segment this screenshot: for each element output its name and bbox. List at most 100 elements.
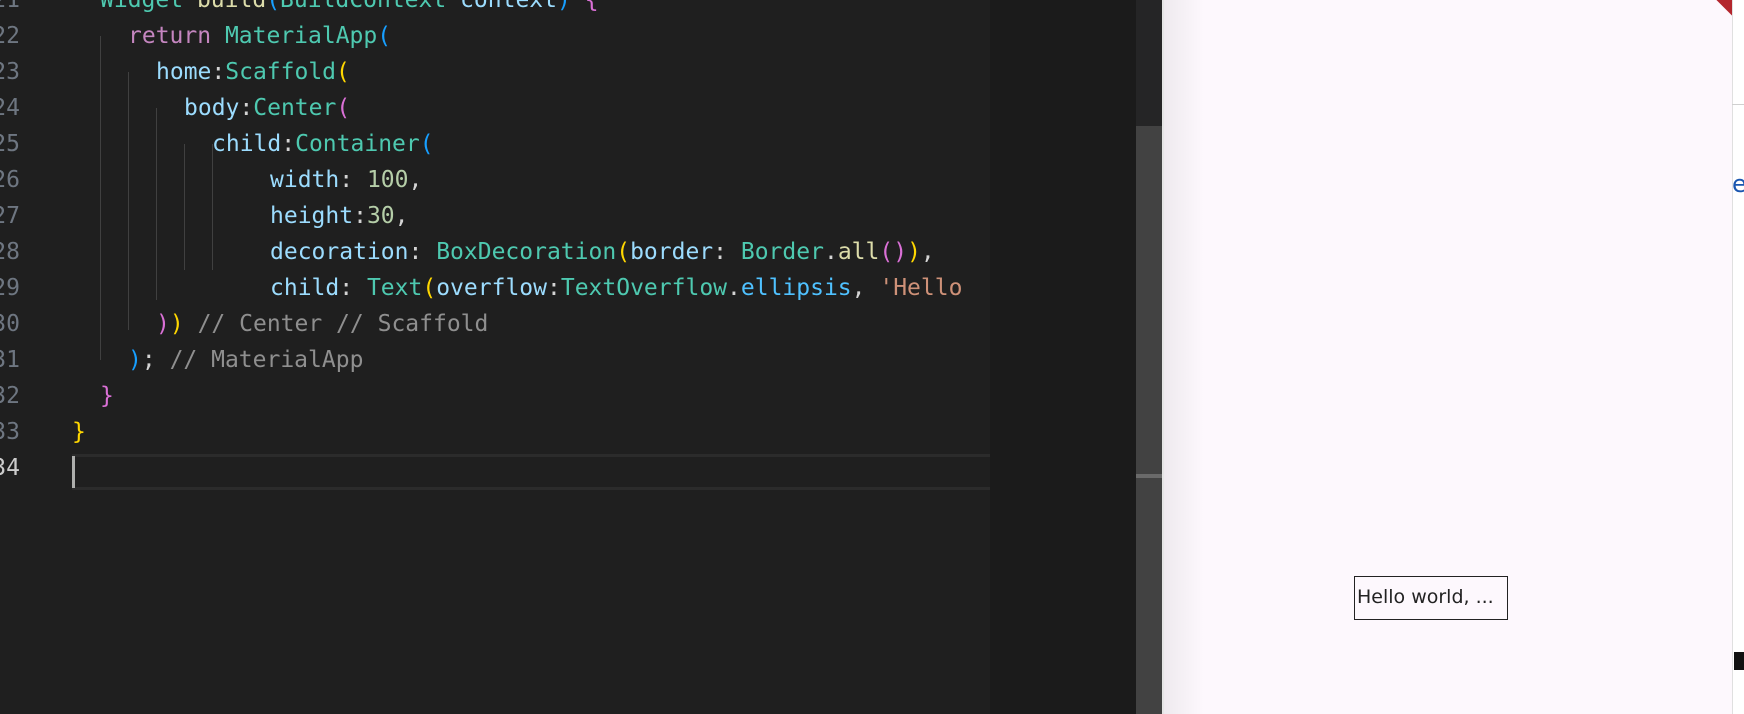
line-number: 25 — [0, 131, 20, 157]
code-token: ( — [336, 59, 350, 85]
code-text: ); // MaterialApp — [128, 342, 363, 378]
code-token: context — [460, 0, 557, 13]
line-number: 29 — [0, 275, 20, 301]
hello-world-container: Hello world, ... — [1354, 576, 1508, 620]
code-line[interactable]: 27 height:30, — [0, 198, 990, 234]
code-text: child:Container( — [212, 126, 434, 162]
code-editor[interactable]: 21 Widget build(BuildContext context) {22… — [0, 0, 990, 714]
code-text: return MaterialApp( — [128, 18, 391, 54]
code-token: width — [270, 167, 340, 193]
code-text: decoration: BoxDecoration(border: Border… — [270, 234, 935, 270]
code-token: Widget — [100, 0, 197, 13]
code-token: Border — [740, 239, 824, 265]
code-token: } — [100, 383, 114, 409]
code-token: ) — [156, 311, 170, 337]
line-number: 31 — [0, 347, 20, 373]
code-token: ( — [419, 131, 434, 157]
code-token: child — [270, 275, 340, 301]
code-line[interactable]: 26 width: 100, — [0, 162, 990, 198]
code-token: : — [408, 239, 437, 265]
code-token: , — [920, 239, 935, 265]
adjacent-window-glyph — [1734, 652, 1744, 670]
code-text: } — [100, 378, 114, 414]
line-number: 28 — [0, 239, 20, 265]
code-text: } — [72, 414, 86, 450]
code-token: : — [281, 131, 296, 157]
code-token: build — [196, 0, 267, 13]
code-token: all — [837, 239, 880, 265]
editor-scrollbar-thumb[interactable] — [1136, 126, 1162, 714]
preview-edge-shadow — [1164, 0, 1204, 714]
code-token: : — [353, 203, 367, 229]
adjacent-window-text: e — [1732, 170, 1744, 198]
code-token: Text — [366, 275, 423, 301]
code-token: Center — [253, 95, 337, 121]
code-token: Container — [295, 131, 420, 157]
code-text: width: 100, — [270, 162, 422, 198]
code-line[interactable]: 23 home:Scaffold( — [0, 54, 990, 90]
code-token: BuildContext — [280, 0, 461, 13]
code-token: : — [211, 59, 226, 85]
code-line[interactable]: 22 return MaterialApp( — [0, 18, 990, 54]
code-token: : — [713, 239, 741, 265]
code-token: overflow — [436, 275, 547, 301]
code-token: ( — [616, 239, 631, 265]
code-token: : — [339, 167, 367, 193]
code-token: Scaffold — [225, 59, 337, 85]
code-text: height:30, — [270, 198, 409, 234]
code-token: // MaterialApp — [169, 347, 364, 373]
code-line[interactable]: 29 child: Text(overflow:TextOverflow.elli… — [0, 270, 990, 306]
line-number: 24 — [0, 95, 20, 121]
text-cursor — [72, 456, 75, 488]
code-token: height — [270, 203, 354, 229]
code-token: 'Hello — [879, 275, 963, 301]
adjacent-window-edge — [1732, 0, 1744, 714]
code-token: 30 — [366, 203, 395, 229]
adjacent-window-divider — [1732, 104, 1744, 105]
code-token: , — [394, 203, 409, 229]
minimap[interactable] — [990, 0, 1136, 714]
code-line[interactable]: 34 — [0, 450, 990, 486]
code-line[interactable]: 28 decoration: BoxDecoration(border: Bord… — [0, 234, 990, 270]
code-line[interactable]: 24 body:Center( — [0, 90, 990, 126]
code-token: TextOverflow — [560, 275, 728, 301]
code-line[interactable]: 25 child:Container( — [0, 126, 990, 162]
code-token: 100 — [366, 167, 409, 193]
code-line[interactable]: 33} — [0, 414, 990, 450]
code-text: child: Text(overflow:TextOverflow.ellips… — [270, 270, 962, 306]
code-token: } — [72, 419, 86, 445]
line-number: 30 — [0, 311, 20, 337]
code-line[interactable]: 30 )) // Center // Scaffold — [0, 306, 990, 342]
line-number: 26 — [0, 167, 20, 193]
code-text: )) // Center // Scaffold — [156, 306, 488, 342]
code-token: MaterialApp — [224, 23, 378, 49]
code-line[interactable]: 31 ); // MaterialApp — [0, 342, 990, 378]
code-token: : — [239, 95, 254, 121]
code-token: decoration — [270, 239, 409, 265]
code-token: . — [823, 239, 838, 265]
code-token: , — [408, 167, 423, 193]
code-token: ( — [422, 275, 437, 301]
code-text: Widget build(BuildContext context) { — [100, 0, 599, 18]
code-token: child — [212, 131, 282, 157]
code-text: home:Scaffold( — [156, 54, 350, 90]
code-token: BoxDecoration — [436, 239, 617, 265]
code-token: ( — [377, 23, 392, 49]
line-number: 23 — [0, 59, 20, 85]
code-token: : — [546, 275, 561, 301]
code-token: ; — [141, 347, 170, 373]
code-token: border — [630, 239, 714, 265]
line-number: 34 — [0, 455, 20, 481]
code-token: : — [339, 275, 367, 301]
code-line[interactable]: 21 Widget build(BuildContext context) { — [0, 0, 990, 18]
scrollbar-cursor-marker — [1136, 474, 1162, 478]
code-line[interactable]: 32} — [0, 378, 990, 414]
code-token: return — [128, 23, 225, 49]
line-number: 21 — [0, 0, 20, 13]
code-token: ( — [336, 95, 351, 121]
line-number: 33 — [0, 419, 20, 445]
code-text: body:Center( — [184, 90, 350, 126]
code-token: ) — [169, 311, 184, 337]
